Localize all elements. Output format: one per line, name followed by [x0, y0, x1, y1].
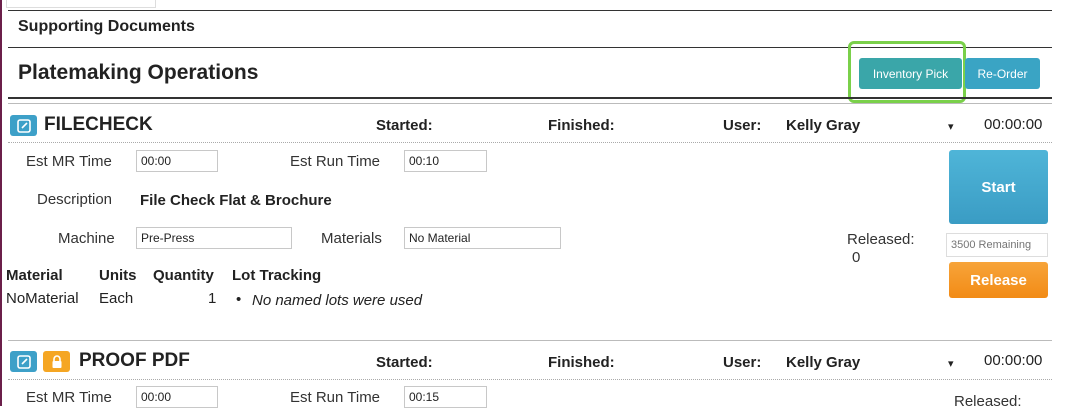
quantity-cell: 1 [208, 290, 217, 307]
machine-input[interactable] [136, 227, 292, 249]
released-label: Released: [847, 231, 915, 248]
est-run-time-label: Est Run Time [290, 153, 381, 170]
top-tab-fragment [6, 0, 156, 8]
caret-down-icon[interactable]: ▾ [948, 357, 954, 370]
est-mr-time-input[interactable] [136, 386, 218, 408]
divider [8, 103, 1052, 104]
edit-icon[interactable] [10, 351, 37, 372]
caret-down-icon[interactable]: ▾ [948, 120, 954, 133]
materials-label: Materials [321, 230, 382, 247]
operation-name: FILECHECK [44, 114, 153, 135]
released-label: Released: [954, 393, 1022, 410]
est-run-time-label: Est Run Time [290, 389, 381, 406]
lot-tracking-cell: No named lots were used [252, 292, 423, 309]
divider [8, 97, 1052, 99]
timer: 00:00:00 [984, 352, 1043, 369]
quantity-header: Quantity [153, 267, 214, 284]
dotted-divider [8, 142, 1052, 143]
finished-label: Finished: [548, 117, 615, 134]
divider [8, 340, 1052, 341]
materials-input[interactable] [404, 227, 561, 249]
reorder-button[interactable]: Re-Order [965, 58, 1040, 89]
lock-icon[interactable] [43, 351, 70, 372]
inventory-pick-button[interactable]: Inventory Pick [859, 58, 962, 89]
started-label: Started: [376, 354, 433, 371]
user-value: Kelly Gray [786, 354, 861, 371]
started-label: Started: [376, 117, 433, 134]
operation-name: PROOF PDF [79, 350, 190, 371]
est-run-time-input[interactable] [404, 386, 487, 408]
released-value: 0 [852, 249, 861, 266]
timer: 00:00:00 [984, 116, 1043, 133]
remaining-input[interactable] [946, 233, 1048, 257]
units-cell: Each [99, 290, 134, 307]
machine-label: Machine [58, 230, 115, 247]
est-mr-time-input[interactable] [136, 150, 218, 172]
user-label: User: [723, 117, 762, 134]
est-mr-time-label: Est MR Time [26, 153, 112, 170]
release-button[interactable]: Release [949, 262, 1048, 298]
finished-label: Finished: [548, 354, 615, 371]
description-value: File Check Flat & Brochure [140, 192, 332, 209]
bullet-icon: • [236, 291, 242, 308]
supporting-documents-heading[interactable]: Supporting Documents [18, 18, 195, 36]
user-value: Kelly Gray [786, 117, 861, 134]
dotted-divider [8, 379, 1052, 380]
left-edge-border [0, 0, 2, 406]
description-label: Description [37, 191, 113, 208]
edit-icon[interactable] [10, 115, 37, 136]
material-header: Material [6, 267, 63, 284]
user-label: User: [723, 354, 762, 371]
page-title: Platemaking Operations [18, 61, 259, 84]
start-button[interactable]: Start [949, 150, 1048, 224]
divider [8, 10, 1052, 11]
lot-tracking-header: Lot Tracking [232, 267, 322, 284]
units-header: Units [99, 267, 137, 284]
est-mr-time-label: Est MR Time [26, 389, 112, 406]
est-run-time-input[interactable] [404, 150, 487, 172]
material-cell: NoMaterial [6, 290, 79, 307]
